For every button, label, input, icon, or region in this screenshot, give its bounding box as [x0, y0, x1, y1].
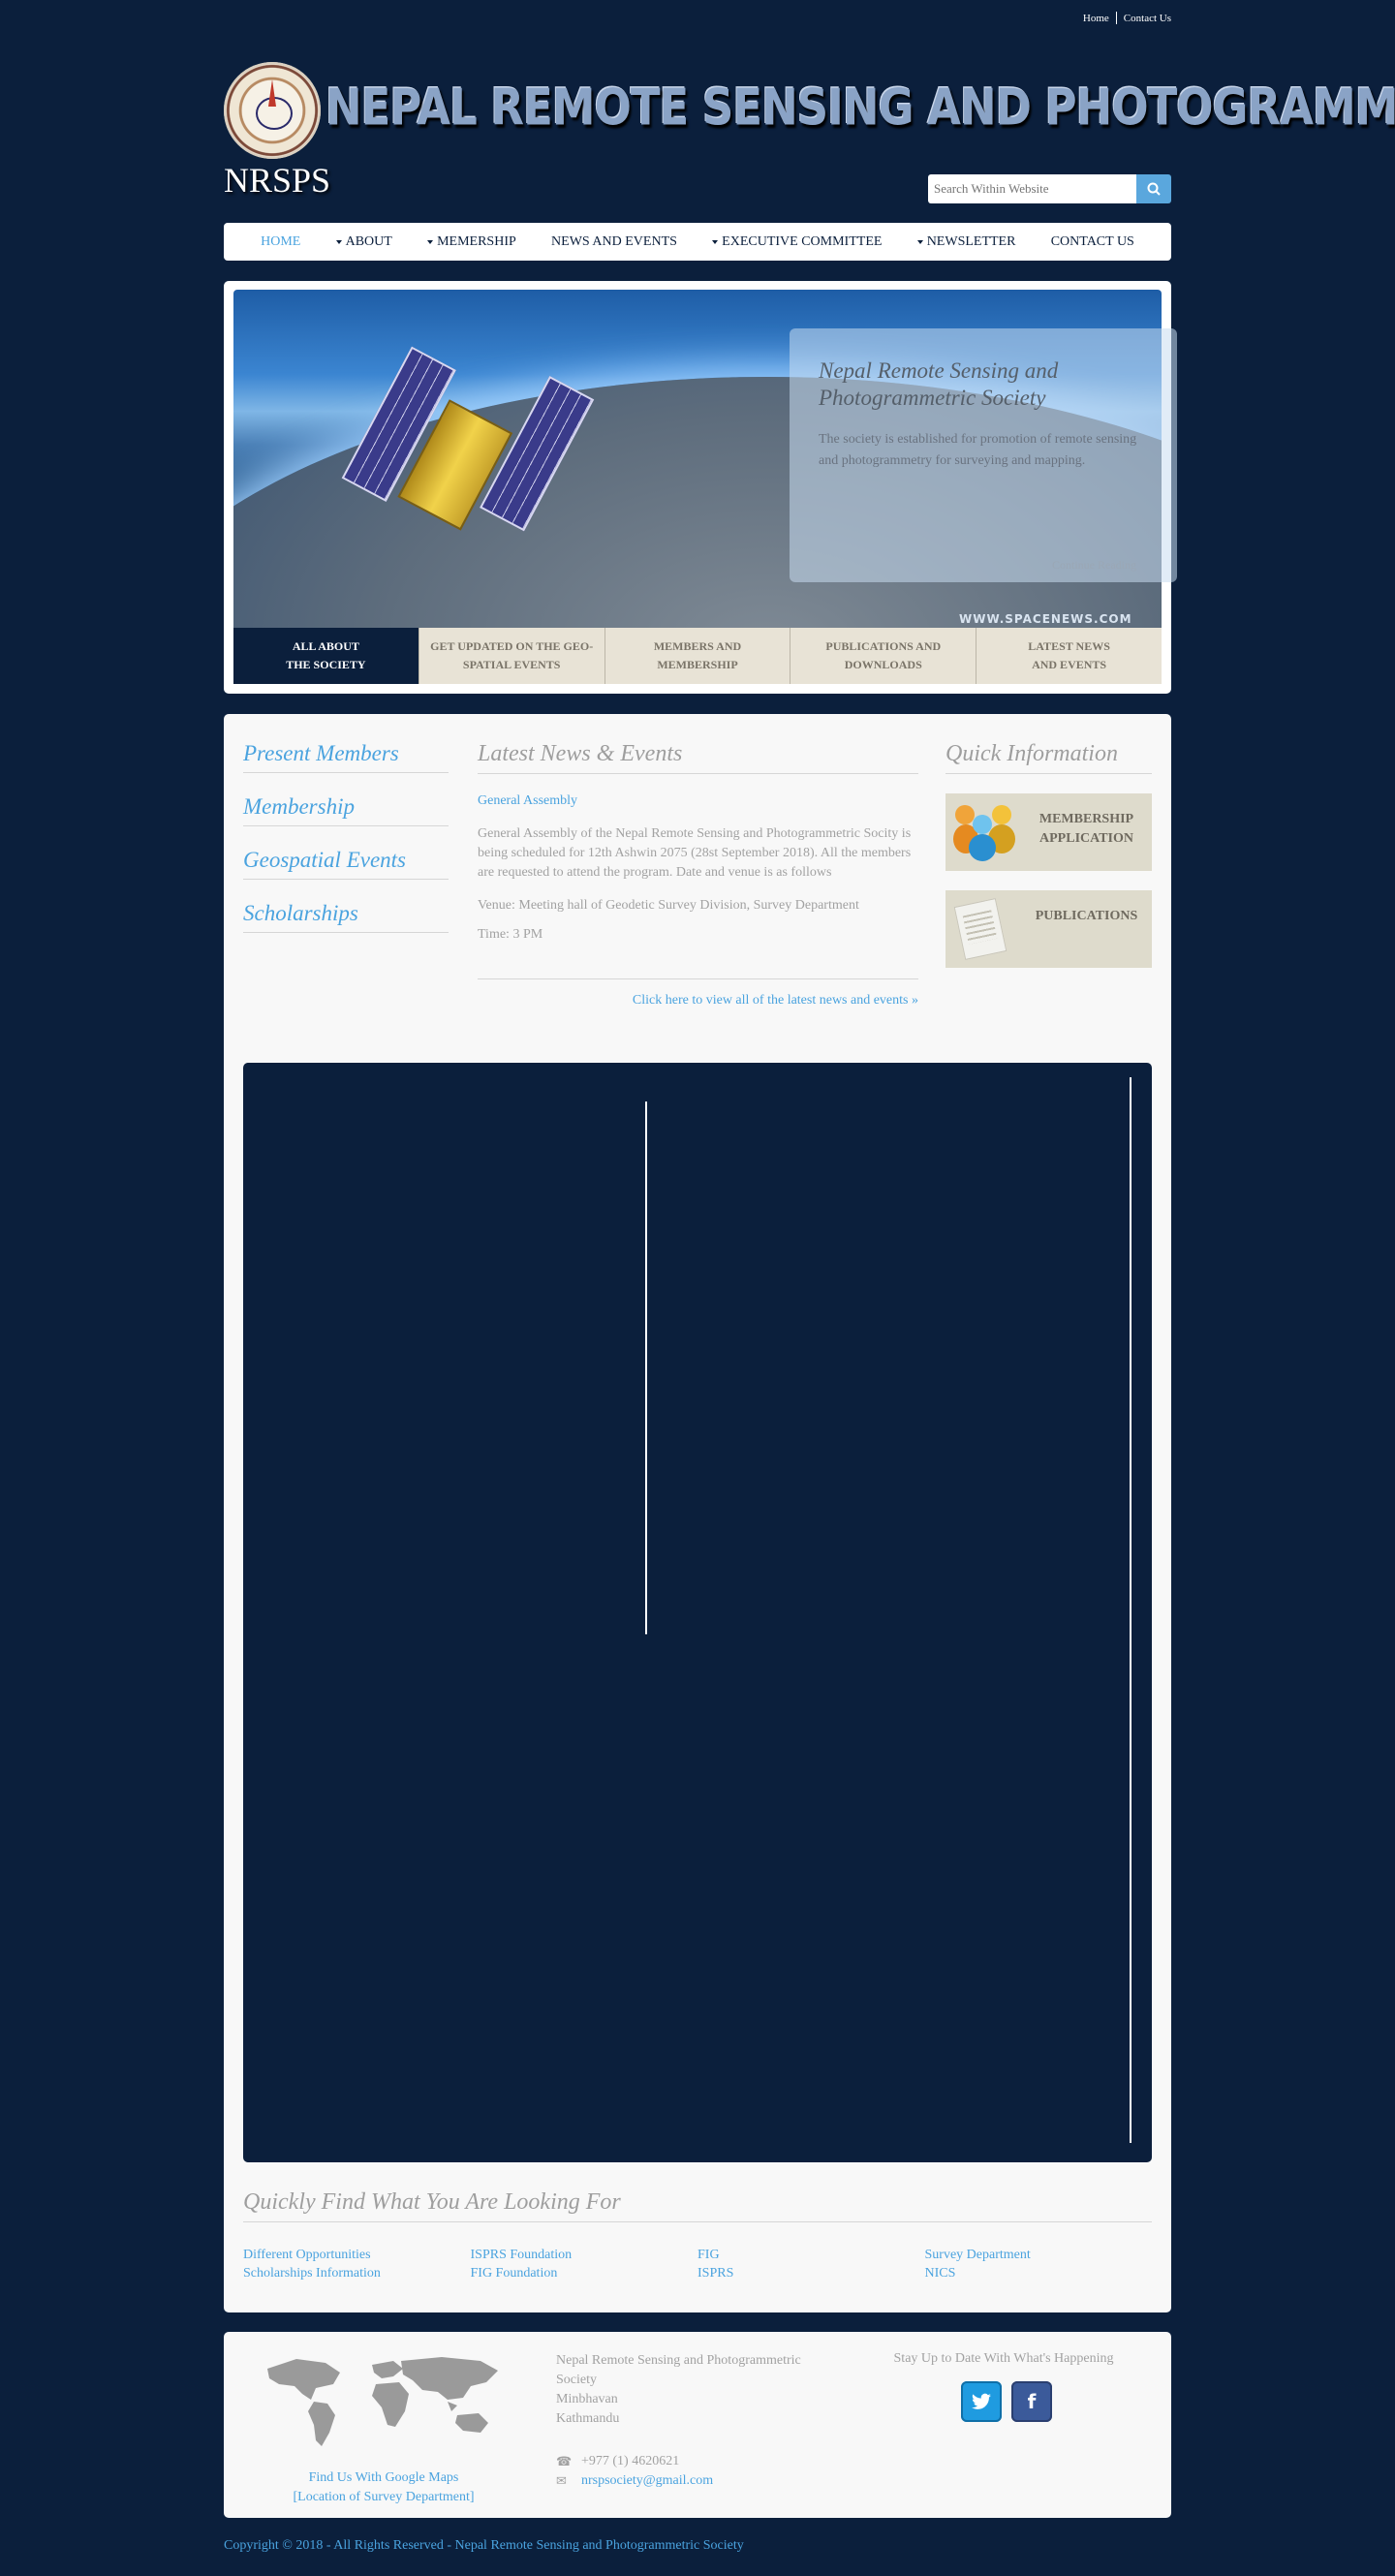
facebook-button[interactable]: f: [1011, 2381, 1052, 2422]
main-content: Present Members Membership Geospatial Ev…: [224, 714, 1171, 2312]
news-section: Latest News & Events General Assembly Ge…: [478, 741, 918, 1009]
divider: [478, 978, 918, 979]
quick-info-heading: Quick Information: [946, 741, 1152, 774]
footer: Find Us With Google Maps [Location of Su…: [224, 2332, 1171, 2518]
email-link[interactable]: nrspsociety@gmail.com: [581, 2471, 713, 2491]
publications-box[interactable]: PUBLICATIONS: [946, 890, 1152, 968]
search-input[interactable]: [928, 174, 1136, 203]
people-icon: [953, 803, 1021, 861]
quick-information: Quick Information MEMBERSHIP APPLICATION…: [946, 741, 1152, 968]
membership-application-box[interactable]: MEMBERSHIP APPLICATION: [946, 793, 1152, 871]
news-item-body: General Assembly of the Nepal Remote Sen…: [478, 826, 912, 880]
caret-down-icon: [427, 239, 434, 244]
org-name: Nepal Remote Sensing and Photogrammetric…: [556, 2353, 801, 2387]
continue-reading-link[interactable]: Continue Reading: [1052, 558, 1136, 573]
social-heading: Stay Up to Date With What's Happening: [893, 2351, 1114, 2366]
embedded-media-area: [243, 1063, 1152, 2162]
search-icon: [1147, 182, 1161, 196]
slider-tab-geospatial-events[interactable]: GET UPDATED ON THE GEO- SPATIAL EVENTS: [418, 628, 604, 684]
divider: [1130, 1077, 1132, 2143]
banner-title: NEPAL REMOTE SENSING AND PHOTOGRAMMETRIC…: [326, 78, 1395, 137]
link-scholarships-information[interactable]: Scholarships Information: [243, 2266, 471, 2281]
society-logo[interactable]: [224, 62, 321, 159]
envelope-icon: ✉: [556, 2473, 567, 2488]
quick-find-links: Different Opportunities ISPRS Foundation…: [243, 2248, 1152, 2281]
address-line: Minbhavan: [556, 2392, 618, 2406]
image-watermark: WWW.SPACENEWS.COM: [959, 612, 1132, 626]
slider-tabs: ALL ABOUT THE SOCIETY GET UPDATED ON THE…: [233, 628, 1162, 684]
address-block: Nepal Remote Sensing and Photogrammetric…: [556, 2351, 818, 2429]
link-scholarships[interactable]: Scholarships: [243, 901, 449, 933]
link-isprs[interactable]: ISPRS: [698, 2266, 925, 2281]
link-fig-foundation[interactable]: FIG Foundation: [471, 2266, 698, 2281]
view-all-news-link[interactable]: Click here to view all of the latest new…: [478, 993, 918, 1009]
caret-down-icon: [916, 239, 923, 244]
nav-item-membership[interactable]: MEMERSHIP: [427, 234, 516, 250]
publications-label: PUBLICATIONS: [1035, 909, 1138, 923]
top-link-contact[interactable]: Contact Us: [1124, 13, 1171, 24]
map-links: Find Us With Google Maps [Location of Su…: [258, 2468, 510, 2507]
phone-icon: ☎: [556, 2454, 573, 2468]
left-links: Present Members Membership Geospatial Ev…: [243, 741, 449, 954]
membership-application-label: MEMBERSHIP APPLICATION: [1038, 812, 1134, 846]
nav-item-home[interactable]: HOME: [261, 234, 300, 250]
slider-tab-membership[interactable]: MEMBERS AND MEMBERSHIP: [604, 628, 790, 684]
nav-item-about[interactable]: ABOUT: [335, 234, 392, 250]
divider: [645, 1102, 647, 1634]
top-link-home[interactable]: Home: [1083, 13, 1109, 24]
link-different-opportunities[interactable]: Different Opportunities: [243, 2248, 471, 2263]
twitter-icon: [972, 2393, 991, 2409]
news-heading: Latest News & Events: [478, 741, 918, 774]
contact-block: ☎ +977 (1) 4620621 ✉ nrspsociety@gmail.com: [556, 2452, 713, 2491]
nav-item-executive-committee[interactable]: EXECUTIVE COMMITTEE: [712, 234, 882, 250]
slide-caption: Nepal Remote Sensing and Photogrammetric…: [790, 328, 1177, 582]
nav-item-news-events[interactable]: NEWS AND EVENTS: [551, 234, 677, 250]
document-icon: [953, 898, 1008, 960]
slide-caption-title: Nepal Remote Sensing and Photogrammetric…: [819, 358, 1059, 410]
link-fig[interactable]: FIG: [698, 2248, 925, 2263]
search-form: [928, 174, 1171, 203]
top-links: Home Contact Us: [1083, 12, 1171, 24]
link-isprs-foundation[interactable]: ISPRS Foundation: [471, 2248, 698, 2263]
caret-down-icon: [335, 239, 342, 244]
slider-tab-latest-news[interactable]: LATEST NEWS AND EVENTS: [976, 628, 1162, 684]
link-present-members[interactable]: Present Members: [243, 741, 449, 773]
facebook-icon: f: [1027, 2390, 1037, 2413]
world-map-icon[interactable]: [258, 2351, 510, 2453]
phone-number: +977 (1) 4620621: [581, 2454, 680, 2468]
news-item-venue: Venue: Meeting hall of Geodetic Survey D…: [478, 898, 859, 913]
main-nav: HOME ABOUT MEMERSHIP NEWS AND EVENTS EXE…: [224, 223, 1171, 261]
link-membership[interactable]: Membership: [243, 794, 449, 826]
address-city: Kathmandu: [556, 2411, 620, 2426]
quick-find-heading: Quickly Find What You Are Looking For: [243, 2189, 1152, 2222]
link-nics[interactable]: NICS: [925, 2266, 1153, 2281]
caret-down-icon: [712, 239, 719, 244]
news-item-time: Time: 3 PM: [478, 927, 543, 942]
nav-item-contact[interactable]: CONTACT US: [1051, 234, 1134, 250]
site-name[interactable]: NRSPS: [224, 160, 330, 201]
slide-caption-text: The society is established for promotion…: [819, 432, 1137, 468]
social-links: f: [961, 2381, 1052, 2422]
slider-tab-about[interactable]: ALL ABOUT THE SOCIETY: [233, 628, 418, 684]
news-item-title[interactable]: General Assembly: [478, 793, 918, 809]
google-maps-link[interactable]: Find Us With Google Maps: [258, 2468, 510, 2488]
pin-emblem: [268, 79, 276, 107]
search-button[interactable]: [1136, 174, 1171, 203]
link-survey-department[interactable]: Survey Department: [925, 2248, 1153, 2263]
survey-department-location-link[interactable]: [Location of Survey Department]: [258, 2488, 510, 2507]
nav-item-newsletter[interactable]: NEWSLETTER: [916, 234, 1015, 250]
slider-tab-publications[interactable]: PUBLICATIONS AND DOWNLOADS: [790, 628, 976, 684]
copyright: Copyright © 2018 - All Rights Reserved -…: [224, 2538, 744, 2553]
divider: [1115, 12, 1117, 24]
link-geospatial-events[interactable]: Geospatial Events: [243, 848, 449, 880]
twitter-button[interactable]: [961, 2381, 1002, 2422]
